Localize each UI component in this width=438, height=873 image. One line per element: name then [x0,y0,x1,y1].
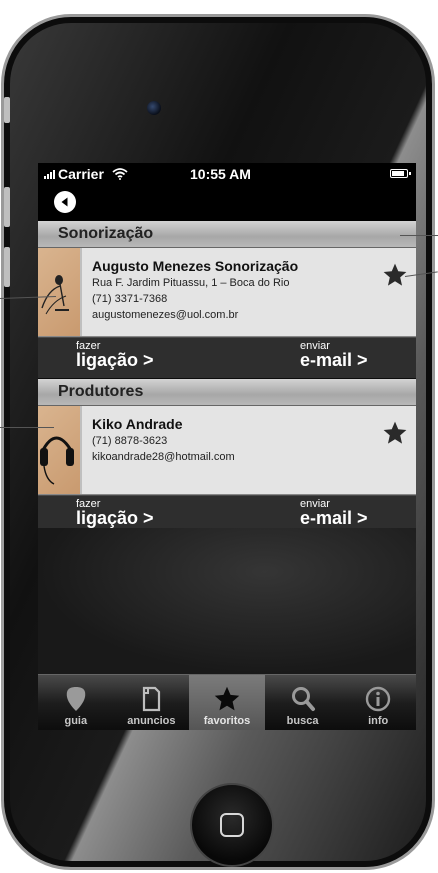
contact-name: Kiko Andrade [92,416,183,432]
email-label: e-mail > [300,508,368,528]
annotation-line [0,427,54,428]
nav-bar [38,185,416,221]
home-button[interactable] [190,783,274,867]
contact-name: Augusto Menezes Sonorização [92,258,299,274]
call-button[interactable]: fazer ligação > [76,341,154,370]
contact-card[interactable]: Augusto Menezes Sonorização Rua F. Jardi… [38,248,416,337]
contact-card[interactable]: Kiko Andrade (71) 8878-3623 kikoandrade2… [38,406,416,495]
signal-icon [44,169,55,179]
tab-label: anuncios [127,715,176,727]
document-icon [143,686,161,712]
clock: 10:55 AM [190,166,251,182]
tab-favoritos[interactable]: favoritos [189,675,265,730]
call-label: ligação > [76,350,154,370]
star-icon [214,686,240,711]
battery-icon [390,169,411,178]
tab-label: info [368,715,389,727]
back-button[interactable] [54,191,76,213]
email-label: e-mail > [300,350,368,370]
tab-anuncios[interactable]: anuncios [114,675,190,730]
search-icon [291,687,315,711]
contact-phone: (71) 8878-3623 [92,435,168,447]
contact-address: Rua F. Jardim Pituassu, 1 – Boca do Rio [92,277,290,289]
contact-actions: fazer ligação > enviar e-mail > [38,337,416,379]
tab-bar: guia anuncios favoritos busca info [38,674,416,730]
favorite-star-icon[interactable] [382,420,408,446]
wifi-icon [112,168,128,180]
front-camera [147,101,161,115]
tab-label: favoritos [203,715,251,727]
empty-list-area [38,528,416,674]
call-button[interactable]: fazer ligação > [76,499,154,528]
email-button[interactable]: enviar e-mail > [300,499,368,528]
guitar-pick-icon [66,687,86,711]
tab-guia[interactable]: guia [38,675,114,730]
app-screen: Carrier 10:55 AM Sonorização Augusto Men… [38,163,416,730]
annotation-line [400,235,438,236]
volume-down-button [4,247,10,287]
contact-email: kikoandrade28@hotmail.com [92,451,235,463]
tab-busca[interactable]: busca [265,675,341,730]
mute-switch [4,97,10,123]
home-square-icon [220,813,244,837]
carrier-label: Carrier [58,166,104,182]
status-bar: Carrier 10:55 AM [38,163,416,185]
contact-phone: (71) 3371-7368 [92,293,168,305]
back-arrow-icon [61,197,68,207]
tab-info[interactable]: info [340,675,416,730]
tab-label: busca [286,715,319,727]
section-header-produtores: Produtores [38,379,416,406]
call-label: ligação > [76,508,154,528]
contact-email: augustomenezes@uol.com.br [92,309,239,321]
microphone-icon [38,248,80,336]
info-icon [365,686,391,712]
volume-up-button [4,187,10,227]
email-button[interactable]: enviar e-mail > [300,341,368,370]
headphones-icon [38,406,80,494]
section-header-sonorizacao: Sonorização [38,221,416,248]
tab-label: guia [64,715,88,727]
